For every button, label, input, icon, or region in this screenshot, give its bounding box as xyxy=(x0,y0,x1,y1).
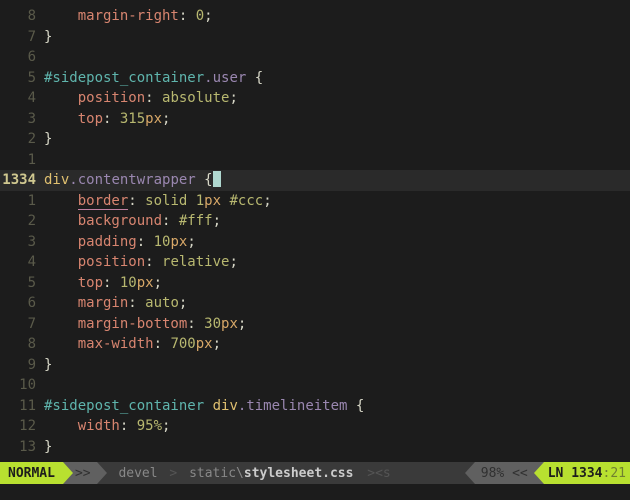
cursor xyxy=(213,171,221,187)
line-col-indicator: LN 1334:21 xyxy=(544,462,630,484)
code-line[interactable]: 1 xyxy=(0,150,630,171)
line-number: 1334 xyxy=(0,170,40,191)
line-number: 2 xyxy=(0,129,40,150)
code-line[interactable]: 2} xyxy=(0,129,630,150)
code-line[interactable]: 1334div.contentwrapper { xyxy=(0,170,630,191)
code-line[interactable]: 6 margin: auto; xyxy=(0,293,630,314)
line-number: 1 xyxy=(0,191,40,212)
status-bar: NORMAL >> devel > static\stylesheet.css … xyxy=(0,462,630,484)
separator-icon xyxy=(97,462,107,484)
path-dir: static\ xyxy=(189,466,244,481)
code-line[interactable]: 7 margin-bottom: 30px; xyxy=(0,314,630,335)
status-extra: ><s xyxy=(367,466,390,481)
code-content[interactable]: border: solid 1px #ccc; xyxy=(40,191,272,212)
line-number: 8 xyxy=(0,334,40,355)
line-number: 6 xyxy=(0,293,40,314)
code-line[interactable]: 5 top: 10px; xyxy=(0,273,630,294)
git-branch: >> xyxy=(73,462,97,484)
code-editor[interactable]: 8 margin-right: 0;7}65#sidepost_containe… xyxy=(0,0,630,457)
code-content[interactable]: margin-right: 0; xyxy=(40,6,213,27)
code-content[interactable]: position: relative; xyxy=(40,252,238,273)
code-content[interactable]: } xyxy=(40,437,52,458)
line-number: 11 xyxy=(0,396,40,417)
code-line[interactable]: 3 top: 315px; xyxy=(0,109,630,130)
separator-icon xyxy=(534,462,544,484)
line-number: 1 xyxy=(0,150,40,171)
code-content[interactable]: margin: auto; xyxy=(40,293,187,314)
code-line[interactable]: 8 max-width: 700px; xyxy=(0,334,630,355)
code-content[interactable]: div.contentwrapper { xyxy=(40,170,630,191)
line-number: 12 xyxy=(0,416,40,437)
line-number: 3 xyxy=(0,109,40,130)
line-number: 3 xyxy=(0,232,40,253)
branch-icon: >> xyxy=(75,466,91,481)
line-number: 4 xyxy=(0,252,40,273)
code-content[interactable]: top: 315px; xyxy=(40,109,170,130)
line-number: 9 xyxy=(0,355,40,376)
line-number: 6 xyxy=(0,47,40,68)
code-content[interactable]: #sidepost_container div.timelineitem { xyxy=(40,396,364,417)
code-content[interactable]: padding: 10px; xyxy=(40,232,196,253)
code-line[interactable]: 4 position: relative; xyxy=(0,252,630,273)
line-number: 8 xyxy=(0,6,40,27)
path-separator: > xyxy=(169,466,177,481)
line-number: 7 xyxy=(0,27,40,48)
line-number: 13 xyxy=(0,437,40,458)
code-content[interactable]: } xyxy=(40,27,52,48)
code-line[interactable]: 12 width: 95%; xyxy=(0,416,630,437)
path-filename: stylesheet.css xyxy=(244,466,354,481)
code-line[interactable]: 1 border: solid 1px #ccc; xyxy=(0,191,630,212)
line-number: 4 xyxy=(0,88,40,109)
code-content[interactable]: width: 95%; xyxy=(40,416,170,437)
code-content[interactable]: max-width: 700px; xyxy=(40,334,221,355)
code-line[interactable]: 8 margin-right: 0; xyxy=(0,6,630,27)
code-line[interactable]: 7} xyxy=(0,27,630,48)
code-content[interactable]: background: #fff; xyxy=(40,211,221,232)
code-line[interactable]: 5#sidepost_container.user { xyxy=(0,68,630,89)
separator-icon xyxy=(63,462,73,484)
file-path: devel > static\stylesheet.css ><s xyxy=(107,466,465,481)
code-content[interactable]: } xyxy=(40,129,52,150)
code-line[interactable]: 4 position: absolute; xyxy=(0,88,630,109)
line-number: 5 xyxy=(0,68,40,89)
separator-icon xyxy=(465,462,475,484)
code-line[interactable]: 3 padding: 10px; xyxy=(0,232,630,253)
mode-indicator: NORMAL xyxy=(0,462,63,484)
code-line[interactable]: 6 xyxy=(0,47,630,68)
line-number: 10 xyxy=(0,375,40,396)
code-line[interactable]: 9} xyxy=(0,355,630,376)
code-content[interactable] xyxy=(40,150,44,171)
percent-indicator: 98% << xyxy=(475,462,534,484)
line-number: 5 xyxy=(0,273,40,294)
code-line[interactable]: 10 xyxy=(0,375,630,396)
branch-name: devel xyxy=(118,466,157,481)
line-number: 2 xyxy=(0,211,40,232)
line-number: 7 xyxy=(0,314,40,335)
code-content[interactable] xyxy=(40,47,44,68)
code-line[interactable]: 13} xyxy=(0,437,630,458)
code-content[interactable] xyxy=(40,375,44,396)
code-content[interactable]: margin-bottom: 30px; xyxy=(40,314,246,335)
code-content[interactable]: position: absolute; xyxy=(40,88,238,109)
code-content[interactable]: #sidepost_container.user { xyxy=(40,68,263,89)
code-line[interactable]: 2 background: #fff; xyxy=(0,211,630,232)
code-content[interactable]: } xyxy=(40,355,52,376)
code-content[interactable]: top: 10px; xyxy=(40,273,162,294)
code-line[interactable]: 11#sidepost_container div.timelineitem { xyxy=(0,396,630,417)
